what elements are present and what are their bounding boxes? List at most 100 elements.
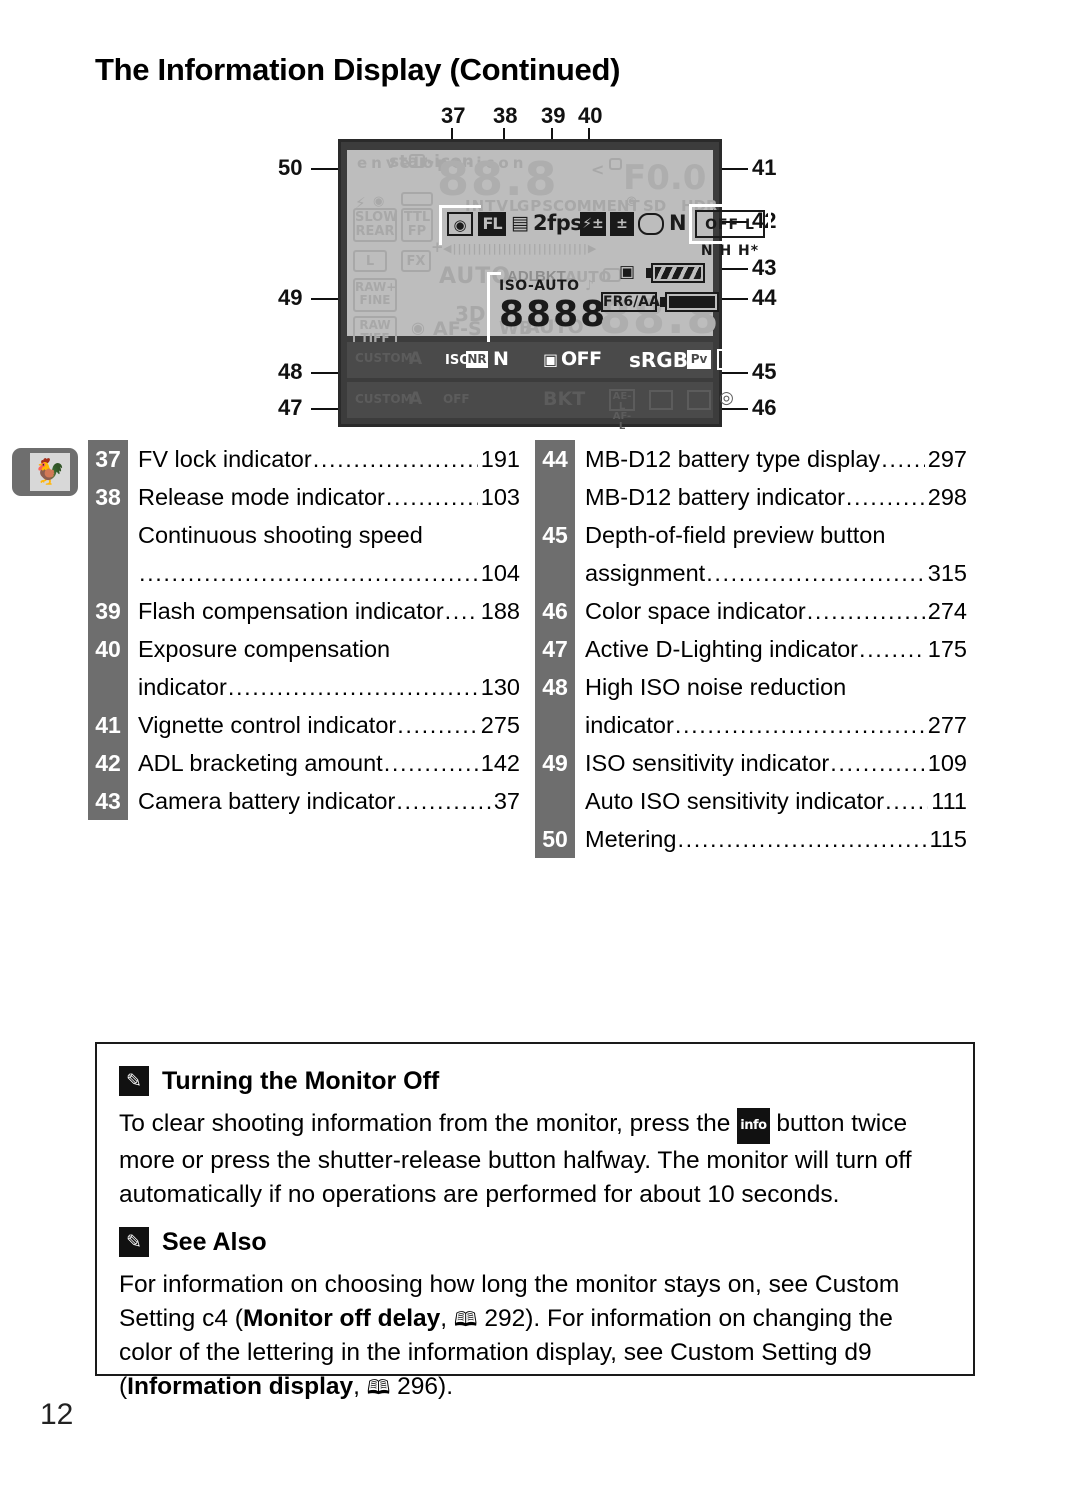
index-entry-label: FV lock indicator [138, 446, 312, 472]
ghost-custom: CUSTOM [355, 392, 413, 406]
index-leader-dots: ........................................… [312, 446, 478, 472]
index-row: Auto ISO sensitivity indicator .........… [535, 782, 967, 820]
highlight-iso-top [487, 272, 501, 275]
callout-45: 45 [752, 359, 777, 384]
index-entry: ISO sensitivity indicator ..............… [575, 744, 967, 782]
index-entry: Color space indicator ..................… [575, 592, 967, 630]
index-entry: MB-D12 battery indicator................… [575, 478, 967, 516]
index-page-number: 297 [927, 446, 967, 472]
mbd12-battery-level [669, 296, 715, 308]
index-row: 46Color space indicator ................… [535, 592, 967, 630]
index-entry: Vignette control indicator..............… [128, 706, 520, 744]
page-number: 12 [40, 1398, 74, 1431]
callout-49: 49 [278, 285, 303, 310]
index-page-number: 277 [927, 712, 967, 738]
see-also-bold2: Information display [127, 1373, 354, 1400]
callout-38: 38 [493, 103, 518, 128]
index-page-number: 275 [480, 712, 520, 738]
index-entry: Flash compensation indicator ...........… [128, 592, 520, 630]
callout-46: 46 [752, 395, 777, 420]
index-leader-dots: ........................................… [227, 674, 478, 700]
index-page-number: 103 [480, 484, 520, 510]
index-entry-label: Metering [585, 826, 677, 852]
index-entry: Exposure compensation [128, 630, 520, 668]
highlight-metering [439, 205, 481, 245]
auto-iso-sensitivity-indicator: ISO-AUTO [499, 278, 580, 294]
note-title-2: See Also [162, 1227, 267, 1256]
eye-icon: ◉ [373, 194, 385, 209]
preview-button-pv: Pv [687, 350, 711, 369]
mbd12-battery-indicator [665, 292, 719, 312]
index-leader-dots: ........................................… [806, 598, 925, 624]
continuous-shooting-speed: 2fps [533, 211, 583, 235]
ghost-a: A [409, 349, 423, 369]
index-column-left: 37 FV lock indicator.....................… [88, 440, 520, 820]
image-size-l: L [353, 250, 387, 272]
copyright-icon: © [625, 195, 638, 210]
callout-50: 50 [278, 155, 303, 180]
image-area-fx: FX [401, 250, 431, 272]
high-iso-noise-reduction-indicator: N [493, 348, 509, 370]
index-leader-dots: ........................................… [383, 750, 478, 776]
index-entry: Active D-Lighting indicator.............… [575, 630, 967, 668]
callout-37: 37 [441, 103, 466, 128]
index-badge-blank [88, 554, 128, 592]
index-leader-dots: ........................................… [859, 636, 925, 662]
index-page-number: 142 [480, 750, 520, 776]
note-text-part1: To clear shooting information from the m… [119, 1110, 738, 1137]
ghost-shoot-mode: CUSTOM [355, 351, 413, 365]
callout-39: 39 [541, 103, 566, 128]
see-also-ref2: 296). [397, 1373, 454, 1400]
index-row: Continuous shooting speed [88, 516, 520, 554]
index-row: 48 High ISO noise reduction [535, 668, 967, 706]
index-entry-label: Vignette control indicator [138, 712, 397, 738]
index-leader-dots: ........................................… [396, 788, 491, 814]
note-see-also: ✎ See Also For information on choosing h… [119, 1227, 951, 1404]
card-icon [409, 154, 425, 168]
index-entry-label: Release mode indicator [138, 484, 385, 510]
callout-48: 48 [278, 359, 303, 384]
callout-44: 44 [752, 285, 777, 310]
music-note-icon: ♪ [585, 278, 594, 294]
ghost-a2: A [409, 389, 423, 409]
see-also-bold1: Monitor off delay [242, 1305, 441, 1332]
index-row: 40 Exposure compensation [88, 630, 520, 668]
note-title: Turning the Monitor Off [162, 1066, 440, 1095]
fv-lock-indicator: FL [478, 212, 506, 236]
ttl-fp-box: TTL FP [401, 208, 433, 242]
notes-container: ✎ Turning the Monitor Off To clear shoot… [95, 1042, 975, 1400]
index-badge-49: 49 [535, 744, 575, 782]
pencil-note-icon: ✎ [119, 1066, 149, 1096]
index-row: 49ISO sensitivity indicator ............… [535, 744, 967, 782]
index-entry: Depth-of-field preview button [575, 516, 967, 554]
index-entry-label: Active D-Lighting indicator [585, 636, 858, 662]
index-badge-blank [88, 516, 128, 554]
lcd-strip-row-1: CUSTOM A ISO NR N ▣ OFF sRGB Pv ◎ [347, 342, 741, 378]
index-leader-dots: ........................................… [139, 560, 478, 586]
index-entry: Auto ISO sensitivity indicator .........… [575, 782, 967, 820]
index-page-number: 175 [927, 636, 967, 662]
index-badge-37: 37 [88, 440, 128, 478]
index-row: 45 Depth-of-field preview button [535, 516, 967, 554]
index-entry: Camera battery indicator................… [128, 782, 520, 820]
mbd12-battery-nub [660, 297, 665, 307]
index-row: 39Flash compensation indicator .........… [88, 592, 520, 630]
index-row: indicator...............................… [535, 706, 967, 744]
index-row: ........................................… [88, 554, 520, 592]
index-page-number: 37 [493, 788, 520, 814]
index-entry-label: indicator [138, 674, 227, 700]
index-entry-label: High ISO noise reduction [585, 674, 847, 700]
callout-41: 41 [752, 155, 777, 180]
index-leader-dots: ........................................… [881, 446, 925, 472]
index-entry: ADL bracketing amount ..................… [128, 744, 520, 782]
index-entry-label: indicator [585, 712, 674, 738]
index-row: 43Camera battery indicator..............… [88, 782, 520, 820]
callout-40: 40 [578, 103, 603, 128]
index-page-number: 274 [927, 598, 967, 624]
high-iso-noise-reduction-nr: NR [466, 351, 488, 368]
index-badge-42: 42 [88, 744, 128, 782]
index-leader-dots: ........................................… [397, 712, 478, 738]
exposure-compensation-indicator: ± [610, 212, 634, 236]
index-badge-blank [535, 706, 575, 744]
index-badge-43: 43 [88, 782, 128, 820]
